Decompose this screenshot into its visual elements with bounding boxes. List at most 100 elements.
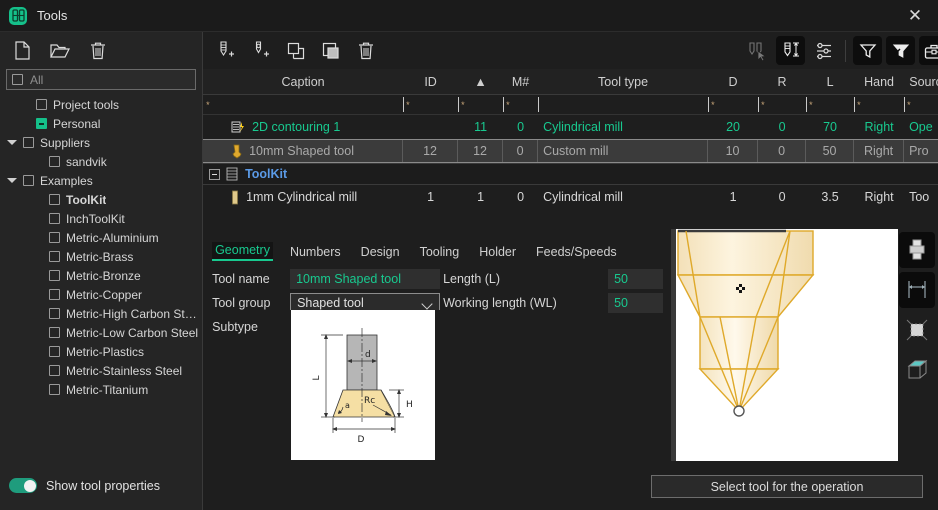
table-row[interactable]: 1mm Cylindrical mill110Cylindrical mill1… xyxy=(203,185,938,209)
delete-trash-icon[interactable] xyxy=(351,36,380,65)
cell-tooltype: Cylindrical mill xyxy=(538,120,708,134)
close-icon[interactable]: ✕ xyxy=(892,0,938,32)
column-header-d[interactable]: D xyxy=(708,75,758,89)
tree-item-checkbox[interactable] xyxy=(49,156,60,167)
chevron-down-icon[interactable] xyxy=(6,175,17,186)
tree-item-metric-plastics[interactable]: Metric-Plastics xyxy=(0,342,202,361)
tree-item-metric-low-carbon-steel[interactable]: Metric-Low Carbon Steel xyxy=(0,323,202,342)
column-filter-d[interactable]: * xyxy=(708,95,758,114)
tree-item-personal[interactable]: Personal xyxy=(0,114,202,133)
column-header-mnum[interactable]: M# xyxy=(503,75,538,89)
tree-item-metric-aluminium[interactable]: Metric-Aluminium xyxy=(0,228,202,247)
tree-item-checkbox[interactable] xyxy=(36,118,47,129)
form-label: Tool group xyxy=(212,296,290,310)
tree-item-checkbox[interactable] xyxy=(49,289,60,300)
form-select-value: Shaped tool xyxy=(297,296,364,310)
column-filter-sort[interactable]: * xyxy=(458,95,503,114)
new-file-icon[interactable] xyxy=(8,37,36,65)
tab-holder[interactable]: Holder xyxy=(476,244,519,261)
column-filter-tooltype[interactable] xyxy=(538,95,708,114)
table-group-row[interactable]: ToolKit xyxy=(203,163,938,185)
chevron-down-icon[interactable] xyxy=(421,298,432,309)
select-tool-icon[interactable] xyxy=(743,36,772,65)
tool-3d-preview[interactable] xyxy=(676,229,898,461)
cell-l: 3.5 xyxy=(806,190,854,204)
tree-item-checkbox[interactable] xyxy=(49,232,60,243)
tree-item-checkbox[interactable] xyxy=(23,137,34,148)
tools-toolbar xyxy=(203,32,938,69)
tree-item-checkbox[interactable] xyxy=(49,384,60,395)
tree-item-metric-brass[interactable]: Metric-Brass xyxy=(0,247,202,266)
column-filter-caption[interactable]: * xyxy=(203,95,403,114)
add-drill-tool-icon[interactable] xyxy=(246,36,275,65)
filter-filled-icon[interactable] xyxy=(886,36,915,65)
tree-item-label: Project tools xyxy=(53,98,119,112)
column-header-r[interactable]: R xyxy=(758,75,806,89)
toggle-switch[interactable] xyxy=(9,478,37,493)
copy-icon[interactable] xyxy=(281,36,310,65)
filter-outline-icon[interactable] xyxy=(853,36,882,65)
tree-item-checkbox[interactable] xyxy=(49,213,60,224)
column-header-sort[interactable]: ▲ xyxy=(458,75,503,89)
tree-item-checkbox[interactable] xyxy=(49,270,60,281)
column-header-l[interactable]: L xyxy=(806,75,854,89)
tree-item-checkbox[interactable] xyxy=(36,99,47,110)
column-filter-hand[interactable]: * xyxy=(854,95,904,114)
all-checkbox[interactable] xyxy=(12,74,23,85)
settings-sliders-icon[interactable] xyxy=(809,36,838,65)
form-label: Subtype xyxy=(212,320,290,334)
tab-feeds-speeds[interactable]: Feeds/Speeds xyxy=(533,244,620,261)
column-filter-l[interactable]: * xyxy=(806,95,854,114)
tab-design[interactable]: Design xyxy=(358,244,403,261)
column-header-hand[interactable]: Hand xyxy=(854,75,904,89)
column-filter-id[interactable]: * xyxy=(403,95,458,114)
tree-item-sandvik[interactable]: sandvik xyxy=(0,152,202,171)
tree-item-checkbox[interactable] xyxy=(49,346,60,357)
tool-measure-icon[interactable] xyxy=(776,36,805,65)
toolbox-icon[interactable] xyxy=(919,36,938,65)
tree-item-checkbox[interactable] xyxy=(49,327,60,338)
tree-item-metric-high-carbon-st[interactable]: Metric-High Carbon St… xyxy=(0,304,202,323)
table-row[interactable]: 10mm Shaped tool12120Custom mill10050Rig… xyxy=(203,139,938,163)
tree-item-inchtoolkit[interactable]: InchToolKit xyxy=(0,209,202,228)
tree-item-metric-bronze[interactable]: Metric-Bronze xyxy=(0,266,202,285)
tree-item-examples[interactable]: Examples xyxy=(0,171,202,190)
tree-item-project-tools[interactable]: Project tools xyxy=(0,95,202,114)
table-row[interactable]: 2D contouring 1110Cylindrical mill20070R… xyxy=(203,115,938,139)
tree-item-metric-copper[interactable]: Metric-Copper xyxy=(0,285,202,304)
column-filter-source[interactable]: * xyxy=(904,95,938,114)
box-view-icon[interactable] xyxy=(899,352,935,388)
show-tool-properties-toggle[interactable]: Show tool properties xyxy=(9,478,160,493)
group-collapse-icon[interactable] xyxy=(209,169,220,180)
filter-all-row[interactable]: All xyxy=(6,69,196,90)
select-tool-for-operation-button[interactable]: Select tool for the operation xyxy=(651,475,923,498)
tree-item-checkbox[interactable] xyxy=(49,365,60,376)
column-header-tooltype[interactable]: Tool type xyxy=(538,75,708,89)
tree-item-metric-titanium[interactable]: Metric-Titanium xyxy=(0,380,202,399)
tree-item-checkbox[interactable] xyxy=(49,308,60,319)
column-filter-mnum[interactable]: * xyxy=(503,95,538,114)
tree-item-metric-stainless-steel[interactable]: Metric-Stainless Steel xyxy=(0,361,202,380)
shaded-view-icon[interactable] xyxy=(899,312,935,348)
column-filter-r[interactable]: * xyxy=(758,95,806,114)
tab-geometry[interactable]: Geometry xyxy=(212,242,273,261)
column-header-caption[interactable]: Caption xyxy=(203,75,403,89)
tab-numbers[interactable]: Numbers xyxy=(287,244,344,261)
chevron-down-icon[interactable] xyxy=(6,137,17,148)
column-header-id[interactable]: ID xyxy=(403,75,458,89)
tree-item-suppliers[interactable]: Suppliers xyxy=(0,133,202,152)
dimension-view-icon[interactable] xyxy=(899,272,935,308)
tree-item-checkbox[interactable] xyxy=(49,194,60,205)
filter-placeholder: * xyxy=(761,100,765,110)
delete-trash-icon[interactable] xyxy=(84,37,112,65)
cell-caption: 2D contouring 1 xyxy=(203,120,403,134)
holder-view-icon[interactable] xyxy=(899,232,935,268)
tree-item-toolkit[interactable]: ToolKit xyxy=(0,190,202,209)
column-header-source[interactable]: Source xyxy=(904,75,938,89)
open-folder-icon[interactable] xyxy=(46,37,74,65)
duplicate-icon[interactable] xyxy=(316,36,345,65)
tree-item-checkbox[interactable] xyxy=(23,175,34,186)
tab-tooling[interactable]: Tooling xyxy=(417,244,463,261)
tree-item-checkbox[interactable] xyxy=(49,251,60,262)
add-mill-tool-icon[interactable] xyxy=(211,36,240,65)
